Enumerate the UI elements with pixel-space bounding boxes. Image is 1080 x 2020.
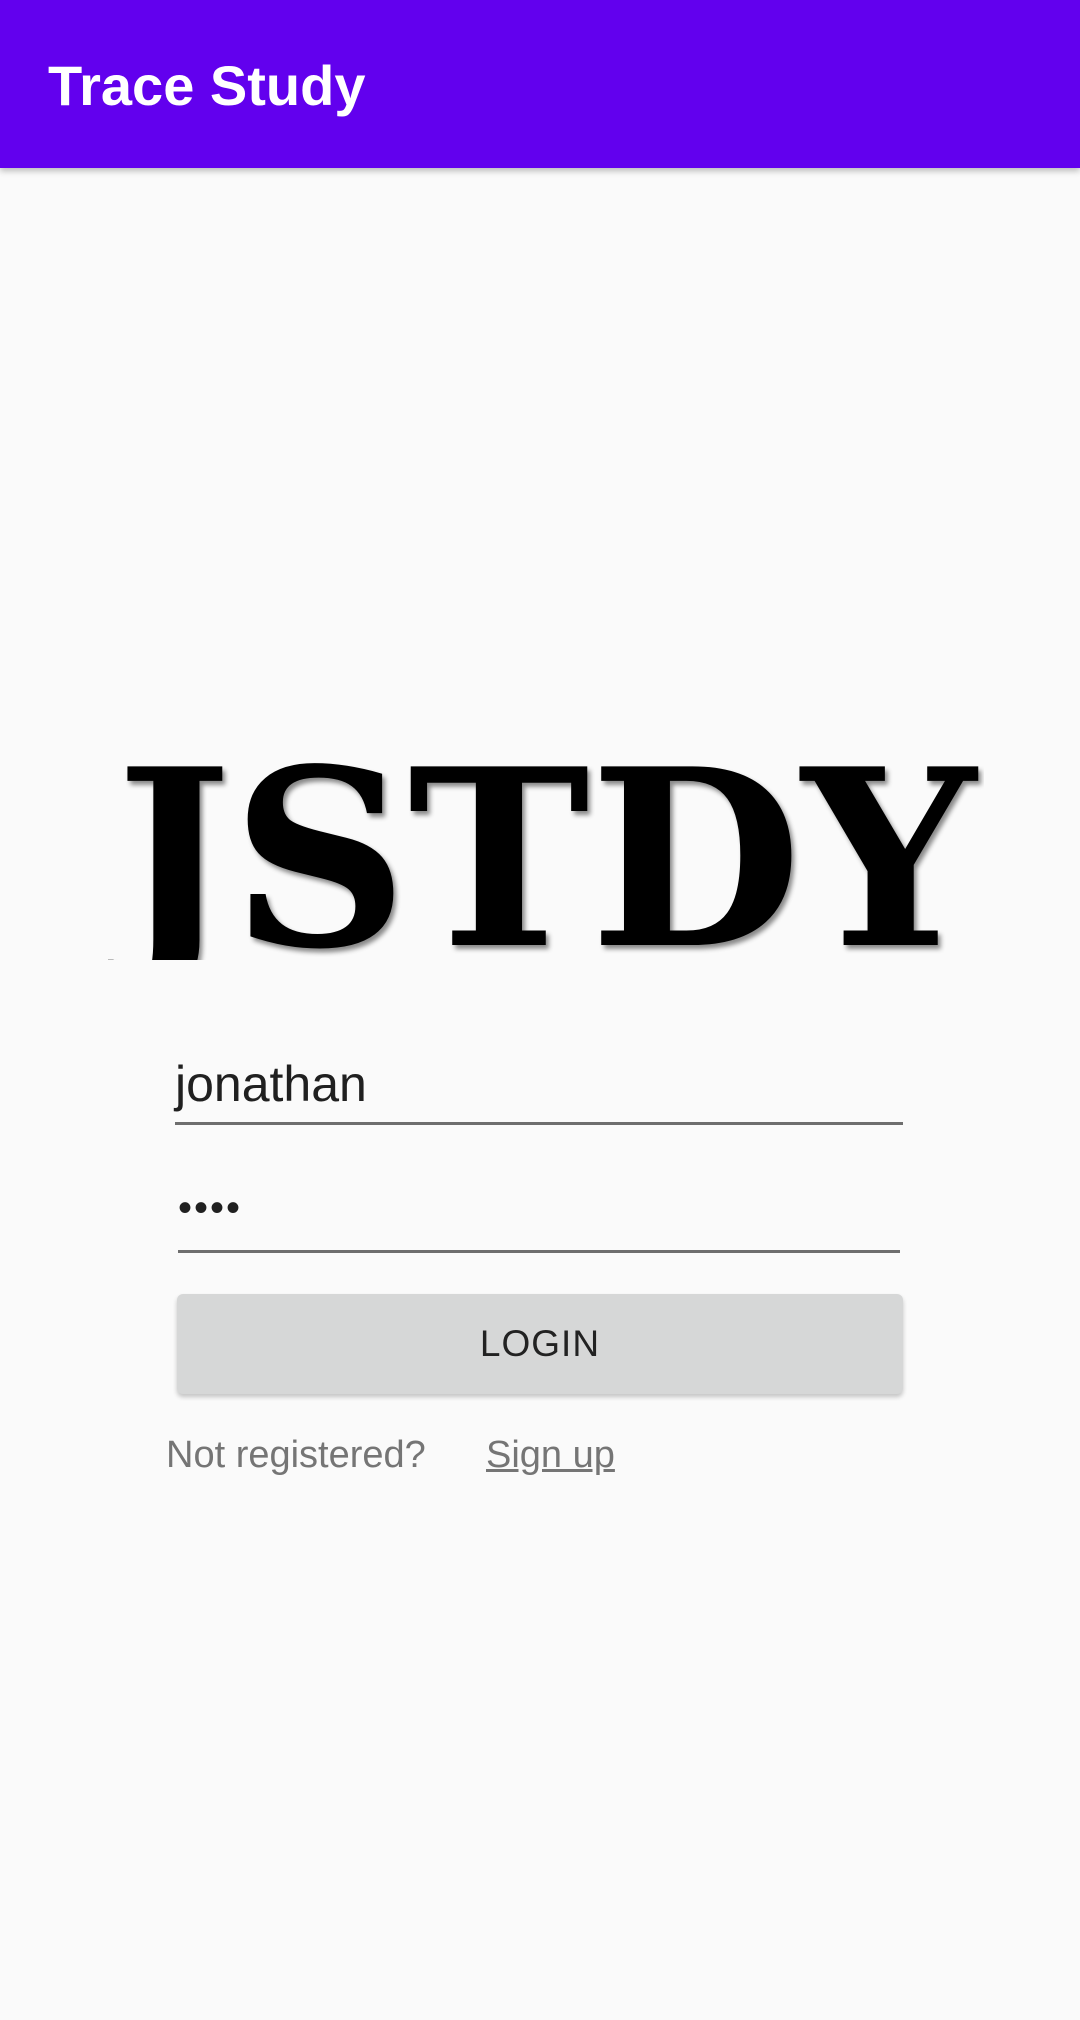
username-field[interactable]: jonathan bbox=[175, 1050, 903, 1125]
login-button-label: LOGIN bbox=[479, 1323, 601, 1364]
password-field[interactable]: •••• bbox=[178, 1180, 900, 1253]
password-value: •••• bbox=[178, 1186, 243, 1230]
app-bar: Trace Study bbox=[0, 0, 1080, 168]
signup-link[interactable]: Sign up bbox=[486, 1432, 615, 1478]
login-button[interactable]: LOGIN bbox=[177, 1294, 903, 1394]
jstdy-logo: JSTDY bbox=[108, 745, 984, 960]
logo-text: JSTDY bbox=[108, 745, 979, 960]
app-title: Trace Study bbox=[48, 54, 366, 117]
username-value: jonathan bbox=[175, 1056, 367, 1112]
not-registered-text: Not registered? bbox=[166, 1434, 426, 1476]
